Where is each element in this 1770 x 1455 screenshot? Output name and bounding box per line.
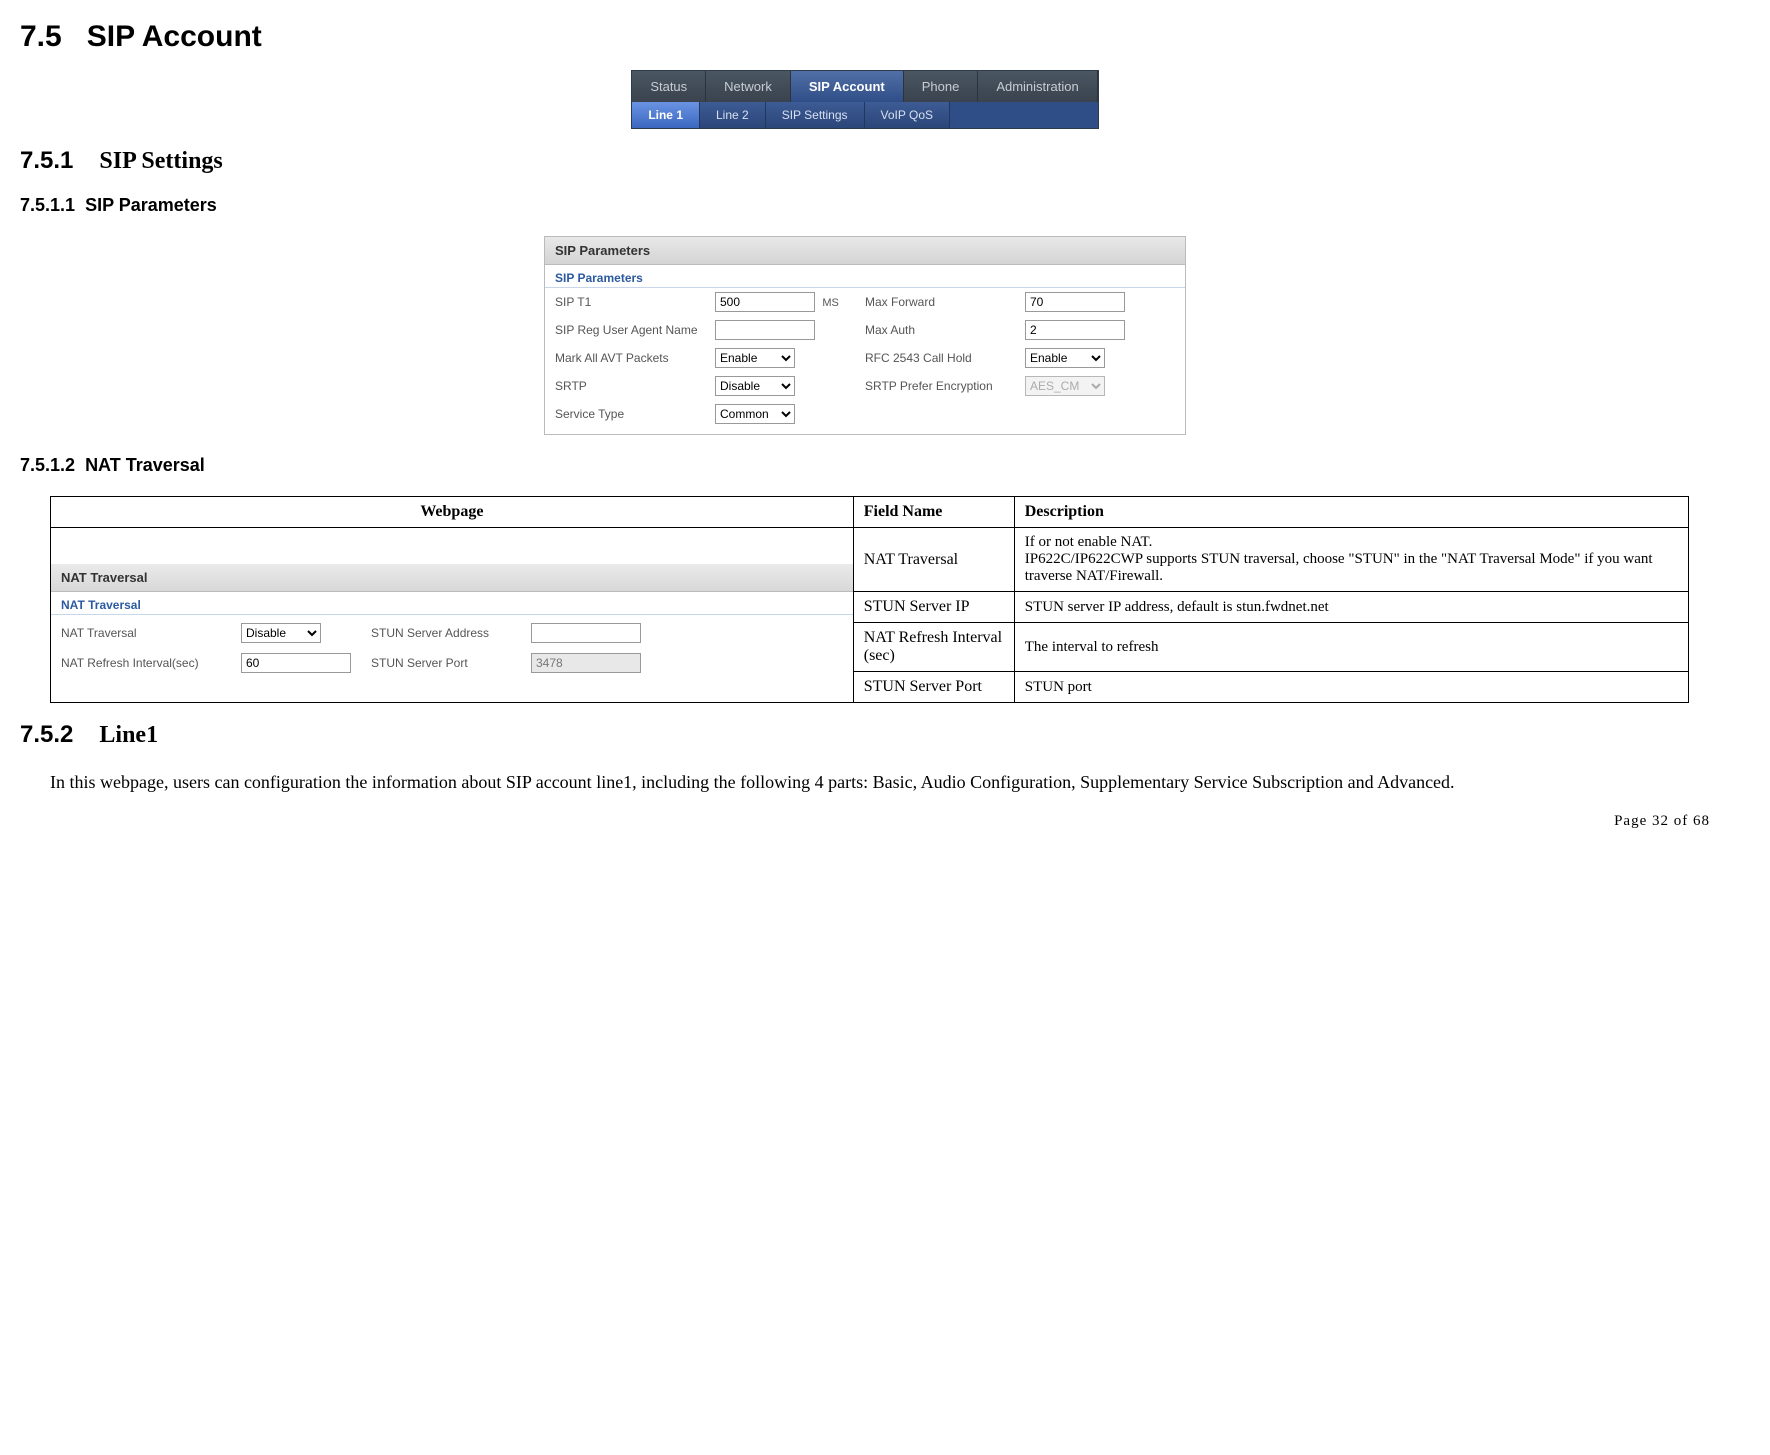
subtab-line1[interactable]: Line 1 — [632, 102, 700, 128]
table-header-webpage: Webpage — [51, 497, 854, 528]
subsection-num2: 7.5.2 — [20, 721, 73, 748]
main-tabs-row: Status Network SIP Account Phone Adminis… — [632, 71, 1097, 102]
subsection-heading-sip-settings: 7.5.1 SIP Settings — [20, 147, 1710, 175]
stun-port-label: STUN Server Port — [371, 656, 521, 670]
section-heading: 7.5 SIP Account — [20, 20, 1710, 54]
panel-title: SIP Parameters — [545, 237, 1185, 265]
section-title-text: SIP Account — [87, 20, 262, 53]
nat-panel-title: NAT Traversal — [51, 564, 853, 592]
subsub-num: 7.5.1.1 — [20, 195, 75, 215]
tab-phone[interactable]: Phone — [904, 71, 979, 102]
reg-ua-input[interactable] — [715, 320, 815, 340]
subsub-title-text2: NAT Traversal — [85, 455, 205, 475]
nat-panel-subtitle: NAT Traversal — [51, 592, 853, 615]
page-footer: Page 32 of 68 — [20, 813, 1710, 830]
srtp-enc-label: SRTP Prefer Encryption — [865, 379, 1015, 393]
subtab-sip-settings[interactable]: SIP Settings — [766, 102, 865, 128]
table-row-desc: If or not enable NAT. IP622C/IP622CWP su… — [1014, 528, 1689, 592]
nat-refresh-label: NAT Refresh Interval(sec) — [61, 656, 231, 670]
stun-addr-input[interactable] — [531, 623, 641, 643]
nat-traversal-label: NAT Traversal — [61, 626, 231, 640]
nat-refresh-input[interactable] — [241, 653, 351, 673]
service-type-select[interactable]: Common — [715, 404, 795, 424]
srtp-enc-select: AES_CM — [1025, 376, 1105, 396]
nat-traversal-select[interactable]: Disable — [241, 623, 321, 643]
subsection-heading-line1: 7.5.2 Line1 — [20, 721, 1710, 749]
rfc-hold-label: RFC 2543 Call Hold — [865, 351, 1015, 365]
rfc-hold-select[interactable]: Enable — [1025, 348, 1105, 368]
table-row-desc: STUN port — [1014, 672, 1689, 703]
max-forward-label: Max Forward — [865, 295, 1015, 309]
table-row: NAT Refresh Interval (sec) — [853, 623, 1014, 672]
stun-port-input — [531, 653, 641, 673]
max-auth-label: Max Auth — [865, 323, 1015, 337]
nat-traversal-panel: NAT Traversal NAT Traversal NAT Traversa… — [51, 546, 853, 685]
tab-network[interactable]: Network — [706, 71, 791, 102]
mark-avt-label: Mark All AVT Packets — [555, 351, 705, 365]
subsubsection-heading-nat-traversal: 7.5.1.2 NAT Traversal — [20, 455, 1710, 476]
max-forward-input[interactable] — [1025, 292, 1125, 312]
panel-subtitle: SIP Parameters — [545, 265, 1185, 288]
sip-t1-unit: MS — [822, 297, 839, 309]
table-header-field: Field Name — [853, 497, 1014, 528]
sip-parameters-panel: SIP Parameters SIP Parameters SIP T1 MS … — [544, 236, 1186, 435]
srtp-label: SRTP — [555, 379, 705, 393]
reg-ua-label: SIP Reg User Agent Name — [555, 323, 705, 337]
subtab-line2[interactable]: Line 2 — [700, 102, 766, 128]
sub-tabs-row: Line 1 Line 2 SIP Settings VoIP QoS — [632, 102, 1097, 128]
subsub-title-text: SIP Parameters — [85, 195, 217, 215]
nav-tabs-figure: Status Network SIP Account Phone Adminis… — [631, 70, 1098, 129]
table-row-desc: STUN server IP address, default is stun.… — [1014, 592, 1689, 623]
table-row: NAT Traversal — [853, 528, 1014, 592]
subsection-title-text2: Line1 — [99, 722, 158, 748]
table-row: STUN Server IP — [853, 592, 1014, 623]
subtab-voip-qos[interactable]: VoIP QoS — [865, 102, 950, 128]
subsection-num: 7.5.1 — [20, 147, 73, 174]
subsub-num2: 7.5.1.2 — [20, 455, 75, 475]
body-paragraph: In this webpage, users can configuration… — [50, 763, 1710, 803]
srtp-select[interactable]: Disable — [715, 376, 795, 396]
tab-status[interactable]: Status — [632, 71, 706, 102]
max-auth-input[interactable] — [1025, 320, 1125, 340]
subsection-title-text: SIP Settings — [99, 148, 222, 174]
nat-traversal-table: Webpage Field Name Description NAT Trave… — [50, 496, 1689, 703]
stun-addr-label: STUN Server Address — [371, 626, 521, 640]
subsubsection-heading-sip-parameters: 7.5.1.1 SIP Parameters — [20, 195, 1710, 216]
tab-administration[interactable]: Administration — [978, 71, 1097, 102]
table-header-description: Description — [1014, 497, 1689, 528]
sip-t1-label: SIP T1 — [555, 295, 705, 309]
service-type-label: Service Type — [555, 407, 705, 421]
section-num: 7.5 — [20, 20, 62, 53]
sip-t1-input[interactable] — [715, 292, 815, 312]
table-row-desc: The interval to refresh — [1014, 623, 1689, 672]
table-row: STUN Server Port — [853, 672, 1014, 703]
tab-sip-account[interactable]: SIP Account — [791, 71, 904, 102]
mark-avt-select[interactable]: Enable — [715, 348, 795, 368]
